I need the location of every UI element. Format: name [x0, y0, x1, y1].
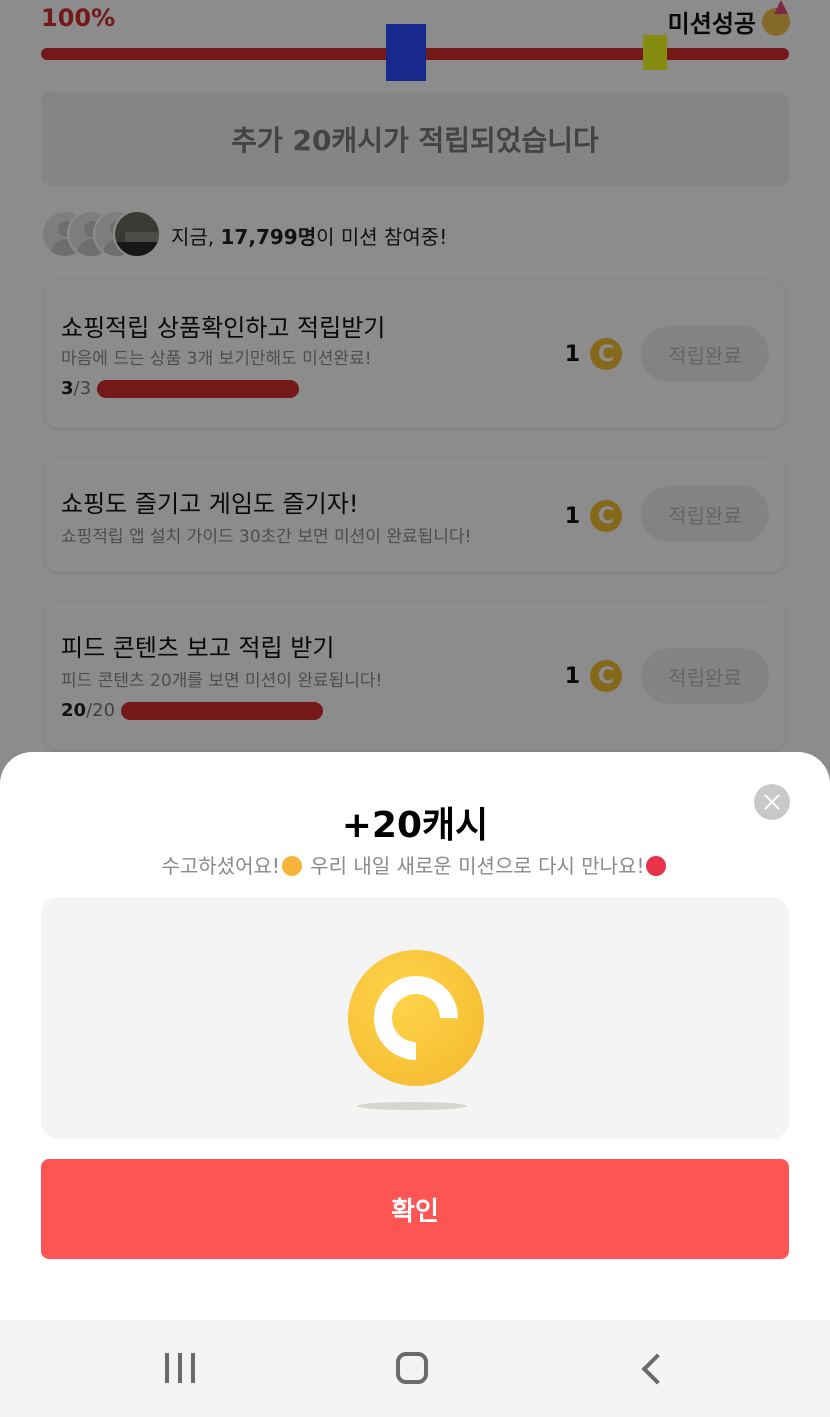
home-icon[interactable] — [396, 1352, 428, 1384]
recent-apps-icon[interactable] — [165, 1353, 195, 1383]
reward-message-part1: 수고하셨어요! — [161, 854, 280, 878]
coin-shadow — [357, 1102, 467, 1110]
back-icon[interactable] — [636, 1353, 666, 1383]
reward-bottom-sheet: +20캐시 수고하셨어요! 우리 내일 새로운 미션으로 다시 만나요! 확인 — [0, 752, 830, 1320]
reward-message-part2: 우리 내일 새로운 미션으로 다시 만나요! — [303, 854, 645, 878]
coin-panel — [41, 897, 789, 1139]
close-icon[interactable] — [754, 784, 790, 820]
confirm-button[interactable]: 확인 — [41, 1159, 789, 1259]
reward-title: +20캐시 — [341, 805, 489, 846]
system-nav-bar — [0, 1320, 830, 1417]
coin-icon — [348, 950, 484, 1086]
thumbs-up-icon — [281, 856, 302, 876]
star-struck-icon — [646, 856, 667, 876]
reward-message: 수고하셨어요! 우리 내일 새로운 미션으로 다시 만나요! — [0, 850, 830, 879]
